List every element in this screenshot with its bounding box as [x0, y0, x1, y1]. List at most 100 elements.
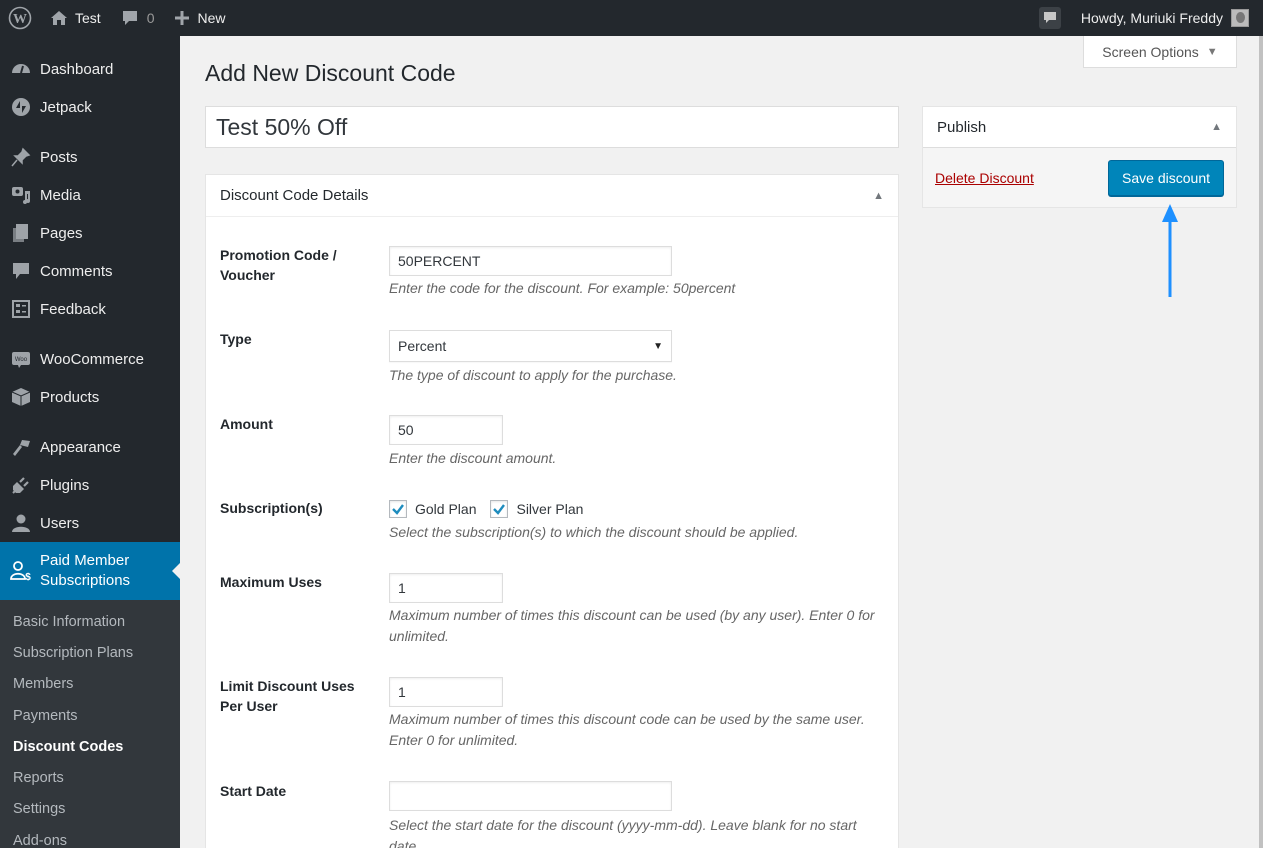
- type-select-value: Percent: [398, 338, 447, 354]
- per-user-limit-input[interactable]: [389, 677, 503, 707]
- submenu-item-add-ons[interactable]: Add-ons: [0, 825, 180, 848]
- svg-text:W: W: [13, 12, 27, 27]
- field-description: Enter the discount amount.: [389, 450, 557, 466]
- submenu-item-members[interactable]: Members: [0, 669, 180, 700]
- details-box-title: Discount Code Details: [220, 187, 369, 204]
- sidebar-item-users[interactable]: Users: [0, 504, 180, 542]
- submenu-item-payments[interactable]: Payments: [0, 700, 180, 731]
- field-description: The type of discount to apply for the pu…: [389, 367, 677, 383]
- plug-icon: [10, 474, 32, 496]
- notifications-button[interactable]: [1029, 0, 1071, 36]
- start-date-input[interactable]: [389, 781, 672, 811]
- delete-discount-link[interactable]: Delete Discount: [935, 170, 1034, 186]
- comment-icon: [10, 260, 32, 282]
- discount-details-box: Discount Code Details ▲ Promotion Code /…: [205, 174, 899, 848]
- field-description: Select the start date for the discount (…: [389, 817, 857, 848]
- checkmark-icon: [493, 504, 506, 515]
- discount-name-input[interactable]: [205, 106, 899, 148]
- comment-icon: [122, 11, 137, 25]
- silver-plan-checkbox[interactable]: [490, 500, 509, 518]
- wordpress-icon: W: [8, 6, 32, 30]
- site-name-link[interactable]: Test: [40, 0, 111, 36]
- field-label: Maximum Uses: [220, 574, 322, 590]
- sidebar-item-feedback[interactable]: Feedback: [0, 290, 180, 328]
- sidebar-item-woocommerce[interactable]: Woo WooCommerce: [0, 340, 180, 378]
- submenu-item-subscription-plans[interactable]: Subscription Plans: [0, 637, 180, 668]
- sidebar-item-label: Paid Member Subscriptions: [40, 551, 130, 591]
- wordpress-logo-button[interactable]: W: [0, 0, 40, 36]
- sidebar-item-products[interactable]: Products: [0, 378, 180, 416]
- admin-sidebar: Dashboard Jetpack Posts Media Pages Comm…: [0, 36, 180, 848]
- user-greeting: Howdy, Muriuki Freddy: [1080, 10, 1223, 26]
- screen-options-label: Screen Options: [1102, 43, 1199, 60]
- gold-plan-label[interactable]: Gold Plan: [415, 501, 476, 517]
- new-content-link[interactable]: New: [164, 0, 235, 36]
- sidebar-item-label: Posts: [40, 148, 78, 166]
- comments-count: 0: [146, 10, 155, 26]
- submenu-item-settings[interactable]: Settings: [0, 794, 180, 825]
- collapse-toggle-icon[interactable]: ▲: [873, 190, 884, 202]
- sidebar-item-media[interactable]: Media: [0, 176, 180, 214]
- field-description: Enter the code for the discount. For exa…: [389, 280, 736, 296]
- field-description: Maximum number of times this discount ca…: [389, 607, 875, 644]
- scrollbar[interactable]: [1259, 36, 1263, 848]
- member-dollar-icon: $: [10, 560, 32, 582]
- sidebar-item-dashboard[interactable]: Dashboard: [0, 50, 180, 88]
- field-label: Limit Discount Uses Per User: [220, 676, 370, 716]
- publish-box-title: Publish: [937, 118, 987, 136]
- publish-box: Publish ▲ Delete Discount Save discount: [922, 106, 1237, 208]
- sidebar-item-appearance[interactable]: Appearance: [0, 428, 180, 466]
- checkmark-icon: [392, 504, 404, 515]
- site-name: Test: [75, 10, 101, 26]
- field-description: Maximum number of times this discount co…: [389, 711, 865, 748]
- submenu-item-reports[interactable]: Reports: [0, 762, 180, 793]
- user-icon: [10, 512, 32, 534]
- avatar: [1231, 9, 1249, 27]
- sidebar-item-label: Appearance: [40, 438, 121, 456]
- box-icon: [10, 386, 32, 408]
- sidebar-item-label: Media: [40, 186, 81, 204]
- svg-text:Woo: Woo: [15, 357, 28, 363]
- type-select[interactable]: Percent ▼: [389, 330, 672, 362]
- maximum-uses-input[interactable]: [389, 573, 503, 603]
- collapse-toggle-icon[interactable]: ▲: [1211, 121, 1222, 133]
- field-label: Subscription(s): [220, 500, 323, 516]
- sidebar-item-jetpack[interactable]: Jetpack: [0, 88, 180, 126]
- sidebar-item-paid-member-subscriptions[interactable]: $ Paid Member Subscriptions: [0, 542, 180, 600]
- media-icon: [10, 184, 32, 206]
- submenu: Basic Information Subscription Plans Mem…: [0, 600, 180, 848]
- svg-text:$: $: [25, 572, 31, 582]
- sidebar-item-label: Users: [40, 514, 80, 532]
- gold-plan-checkbox[interactable]: [389, 500, 407, 518]
- woo-icon: Woo: [10, 348, 32, 370]
- submenu-item-discount-codes[interactable]: Discount Codes: [0, 731, 180, 762]
- home-icon: [51, 11, 67, 25]
- feedback-icon: [10, 298, 32, 320]
- sidebar-item-label: Plugins: [40, 476, 90, 494]
- brush-icon: [10, 436, 32, 458]
- promotion-code-input[interactable]: [389, 246, 672, 276]
- label-line: Subscriptions: [40, 572, 131, 589]
- sidebar-item-comments[interactable]: Comments: [0, 252, 180, 290]
- dropdown-arrow-icon: ▼: [653, 340, 663, 352]
- details-box-header[interactable]: Discount Code Details ▲: [206, 175, 898, 217]
- submenu-item-basic-information[interactable]: Basic Information: [0, 606, 180, 637]
- publish-box-header[interactable]: Publish ▲: [923, 107, 1236, 148]
- silver-plan-label[interactable]: Silver Plan: [516, 501, 583, 517]
- sidebar-item-plugins[interactable]: Plugins: [0, 466, 180, 504]
- label-line: Promotion Code /: [220, 247, 337, 263]
- label-line: Per User: [220, 698, 278, 714]
- sidebar-item-pages[interactable]: Pages: [0, 214, 180, 252]
- page-title: Add New Discount Code: [205, 60, 456, 86]
- field-label: Amount: [220, 416, 273, 432]
- sidebar-item-posts[interactable]: Posts: [0, 138, 180, 176]
- sidebar-item-label: Products: [40, 388, 100, 406]
- save-discount-button[interactable]: Save discount: [1108, 159, 1224, 196]
- my-account-link[interactable]: Howdy, Muriuki Freddy: [1071, 0, 1263, 36]
- sidebar-item-label: Comments: [40, 262, 113, 280]
- pin-icon: [10, 146, 32, 168]
- field-label: Start Date: [220, 783, 287, 799]
- screen-options-button[interactable]: Screen Options ▼: [1083, 36, 1237, 68]
- amount-input[interactable]: [389, 415, 503, 445]
- comments-link[interactable]: 0: [111, 0, 165, 36]
